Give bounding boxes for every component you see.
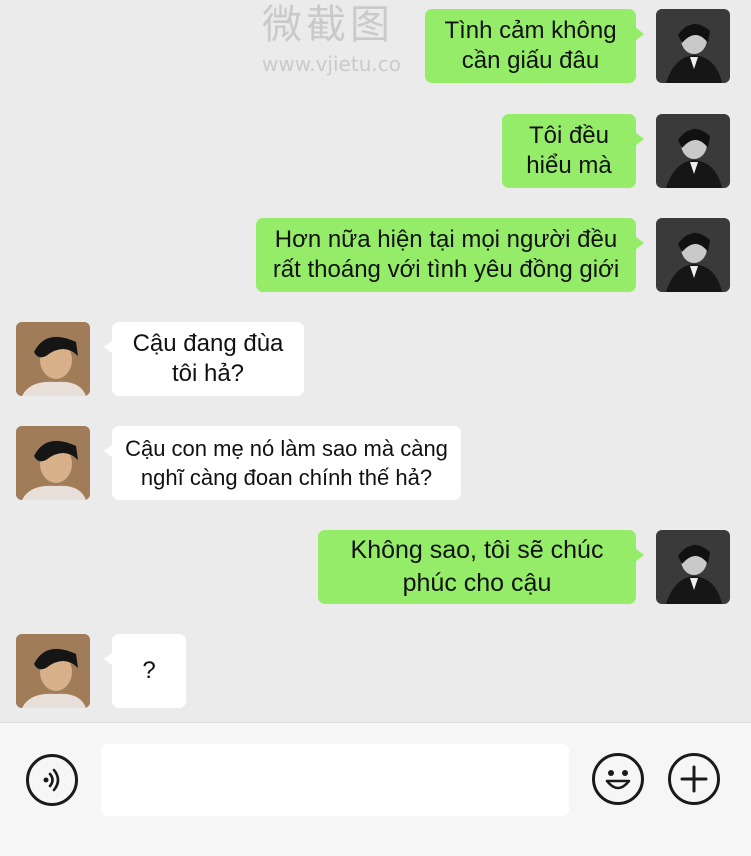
contact-avatar[interactable] (16, 322, 90, 396)
avatar-image (16, 322, 90, 396)
sent-message-bubble[interactable]: Tình cảm không cần giấu đâu (425, 9, 644, 83)
message-text: Không sao, tôi sẽ chúc phúc cho cậu (350, 536, 604, 597)
received-message-bubble[interactable]: Cậu con mẹ nó làm sao mà càng nghĩ càng … (104, 426, 461, 500)
emoji-button[interactable] (592, 753, 644, 805)
my-avatar[interactable] (656, 9, 730, 83)
message-text: Cậu con mẹ nó làm sao mà càng nghĩ càng … (125, 436, 448, 490)
sent-message-bubble[interactable]: Không sao, tôi sẽ chúc phúc cho cậu (318, 530, 644, 604)
avatar-image (656, 530, 730, 604)
watermark: 微截图 www.vjietu.co (262, 0, 401, 76)
contact-avatar[interactable] (16, 634, 90, 708)
my-avatar[interactable] (656, 218, 730, 292)
message-text: Cậu đang đùa tôi hả? (132, 330, 284, 387)
received-message-bubble[interactable]: Cậu đang đùa tôi hả? (104, 322, 304, 396)
avatar-image (16, 426, 90, 500)
chat-area[interactable]: 微截图 www.vjietu.co Tình cảm không cần giấ… (0, 0, 751, 722)
plus-button[interactable] (668, 753, 720, 805)
watermark-text: 微截图 (262, 2, 394, 48)
message-input[interactable] (101, 744, 569, 816)
sent-message-bubble[interactable]: Hơn nữa hiện tại mọi người đều rất thoán… (256, 218, 644, 292)
received-message-bubble[interactable]: ? (104, 634, 186, 708)
message-text: Tôi đều hiểu mà (526, 122, 612, 179)
my-avatar[interactable] (656, 114, 730, 188)
sent-message-bubble[interactable]: Tôi đều hiểu mà (502, 114, 644, 188)
plus-icon (680, 765, 708, 793)
avatar-image (656, 218, 730, 292)
avatar-image (656, 9, 730, 83)
input-bar (0, 722, 751, 856)
message-text: ? (142, 657, 156, 684)
message-text: Hơn nữa hiện tại mọi người đều rất thoán… (272, 226, 620, 283)
voice-button[interactable] (26, 754, 78, 806)
contact-avatar[interactable] (16, 426, 90, 500)
watermark-url: www.vjietu.co (262, 52, 401, 76)
avatar-image (656, 114, 730, 188)
my-avatar[interactable] (656, 530, 730, 604)
voice-icon (43, 768, 60, 792)
emoji-icon (605, 770, 631, 790)
avatar-image (16, 634, 90, 708)
message-text: Tình cảm không cần giấu đâu (444, 17, 617, 74)
